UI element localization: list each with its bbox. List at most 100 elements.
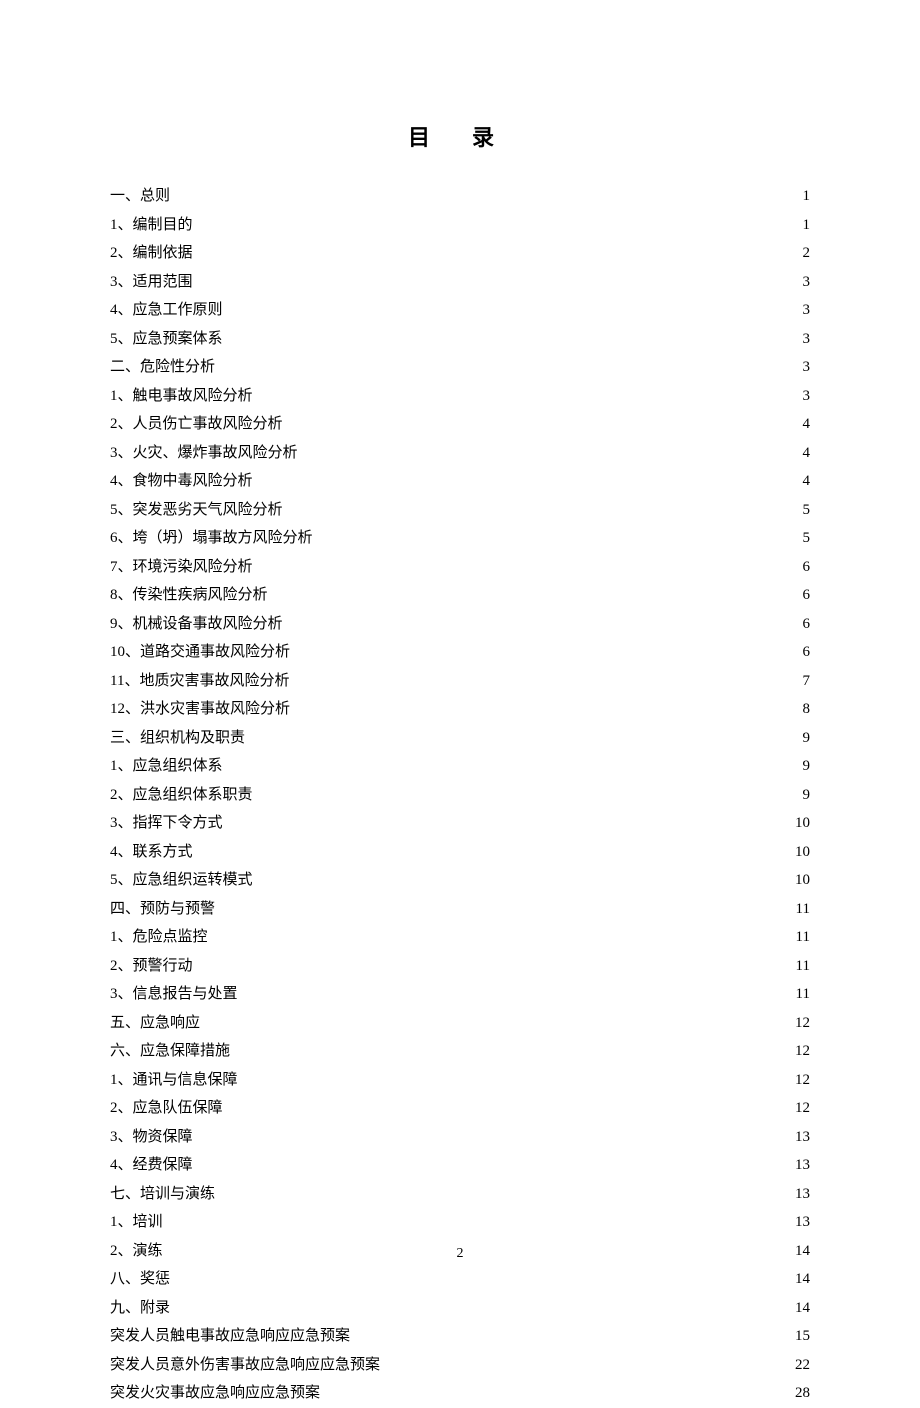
toc-entry-page: 6	[803, 553, 811, 582]
toc-entry-page: 12	[795, 1037, 810, 1066]
toc-entry-page: 3	[803, 382, 811, 411]
toc-entry-label: 5、应急组织运转模式	[110, 866, 253, 895]
toc-entry-page: 10	[795, 866, 810, 895]
toc-row: 8、传染性疾病风险分析 6	[110, 581, 810, 610]
toc-row: 突发人员触电事故应急响应应急预案15	[110, 1322, 810, 1351]
toc-entry-page: 6	[803, 581, 811, 610]
toc-row: 4、经费保障 13	[110, 1151, 810, 1180]
toc-row: 1、危险点监控11	[110, 923, 810, 952]
toc-title: 目 录	[110, 120, 810, 152]
toc-row: 1、通讯与信息保障 12	[110, 1066, 810, 1095]
toc-row: 三、组织机构及职责9	[110, 724, 810, 753]
toc-row: 5、突发恶劣天气风险分析5	[110, 496, 810, 525]
toc-row: 3、火灾、爆炸事故风险分析4	[110, 439, 810, 468]
toc-entry-label: 3、火灾、爆炸事故风险分析	[110, 439, 298, 468]
toc-entry-label: 五、应急响应	[110, 1009, 200, 1038]
toc-entry-label: 4、应急工作原则	[110, 296, 223, 325]
toc-entry-page: 10	[795, 838, 810, 867]
toc-row: 5、应急组织运转模式 10	[110, 866, 810, 895]
page-number: 2	[0, 1246, 920, 1262]
toc-entry-page: 8	[803, 695, 811, 724]
toc-entry-page: 12	[795, 1094, 810, 1123]
toc-entry-page: 11	[796, 952, 810, 981]
toc-entry-label: 六、应急保障措施	[110, 1037, 230, 1066]
toc-entry-page: 9	[803, 752, 811, 781]
toc-row: 2、编制依据 2	[110, 239, 810, 268]
toc-entry-label: 1、通讯与信息保障	[110, 1066, 238, 1095]
toc-row: 9、机械设备事故风险分析 6	[110, 610, 810, 639]
toc-row: 1、触电事故风险分析 3	[110, 382, 810, 411]
toc-entry-label: 8、传染性疾病风险分析	[110, 581, 268, 610]
toc-entry-label: 12、洪水灾害事故风险分析	[110, 695, 290, 724]
toc-entry-page: 13	[795, 1123, 810, 1152]
toc-entry-label: 5、应急预案体系	[110, 325, 223, 354]
toc-entry-page: 6	[803, 610, 811, 639]
toc-entry-label: 2、预警行动	[110, 952, 193, 981]
toc-row: 2、预警行动 11	[110, 952, 810, 981]
toc-entry-page: 13	[795, 1180, 810, 1209]
toc-row: 7、环境污染风险分析 6	[110, 553, 810, 582]
toc-entry-label: 七、培训与演练	[110, 1180, 215, 1209]
toc-entry-label: 2、人员伤亡事故风险分析	[110, 410, 283, 439]
toc-entry-label: 4、经费保障	[110, 1151, 193, 1180]
toc-entry-page: 4	[803, 410, 811, 439]
toc-entry-page: 10	[795, 809, 810, 838]
toc-entry-label: 2、应急组织体系职责	[110, 781, 253, 810]
toc-row: 3、指挥下令方式10	[110, 809, 810, 838]
toc-entry-page: 13	[795, 1151, 810, 1180]
toc-row: 突发人员意外伤害事故应急响应应急预案 22	[110, 1351, 810, 1380]
toc-entry-page: 3	[803, 325, 811, 354]
toc-entry-page: 1	[803, 211, 811, 240]
toc-entry-label: 1、编制目的	[110, 211, 193, 240]
toc-entry-label: 1、触电事故风险分析	[110, 382, 253, 411]
toc-entry-label: 9、机械设备事故风险分析	[110, 610, 283, 639]
toc-entry-page: 13	[795, 1208, 810, 1237]
toc-entry-label: 八、奖惩	[110, 1265, 170, 1294]
toc-row: 4、联系方式 10	[110, 838, 810, 867]
toc-entry-label: 四、预防与预警	[110, 895, 215, 924]
toc-row: 一、总则 1	[110, 182, 810, 211]
toc-entry-label: 3、物资保障	[110, 1123, 193, 1152]
toc-entry-label: 4、食物中毒风险分析	[110, 467, 253, 496]
toc-row: 七、培训与演练 13	[110, 1180, 810, 1209]
toc-row: 1、应急组织体系 9	[110, 752, 810, 781]
toc-entry-label: 二、危险性分析	[110, 353, 215, 382]
toc-entry-page: 28	[795, 1379, 810, 1408]
toc-row: 12、洪水灾害事故风险分析 8	[110, 695, 810, 724]
toc-row: 八、奖惩14	[110, 1265, 810, 1294]
toc-entry-label: 4、联系方式	[110, 838, 193, 867]
toc-entry-page: 9	[803, 781, 811, 810]
toc-row: 4、食物中毒风险分析 4	[110, 467, 810, 496]
toc-entry-label: 5、突发恶劣天气风险分析	[110, 496, 283, 525]
toc-entry-label: 一、总则	[110, 182, 170, 211]
toc-row: 6、垮（坍）塌事故方风险分析 5	[110, 524, 810, 553]
toc-entry-page: 5	[803, 524, 811, 553]
toc-entry-label: 突发人员意外伤害事故应急响应应急预案	[110, 1351, 380, 1380]
toc-entry-page: 1	[803, 182, 811, 211]
toc-entry-page: 2	[803, 239, 811, 268]
toc-row: 5、应急预案体系 3	[110, 325, 810, 354]
toc-row: 3、适用范围3	[110, 268, 810, 297]
toc-entry-page: 4	[803, 467, 811, 496]
toc-row: 五、应急响应 12	[110, 1009, 810, 1038]
toc-entry-label: 突发火灾事故应急响应应急预案	[110, 1379, 320, 1408]
toc-row: 11、地质灾害事故风险分析 7	[110, 667, 810, 696]
toc-entry-label: 6、垮（坍）塌事故方风险分析	[110, 524, 313, 553]
toc-row: 2、应急组织体系职责 9	[110, 781, 810, 810]
toc-entry-label: 1、危险点监控	[110, 923, 208, 952]
toc-entry-label: 2、编制依据	[110, 239, 193, 268]
toc-entry-label: 1、培训	[110, 1208, 163, 1237]
toc-entry-page: 14	[795, 1294, 810, 1323]
toc-entry-page: 22	[795, 1351, 810, 1380]
toc-entry-page: 3	[803, 268, 811, 297]
toc-entry-page: 6	[803, 638, 811, 667]
toc-row: 二、危险性分析3	[110, 353, 810, 382]
toc-entry-page: 15	[795, 1322, 810, 1351]
toc-entry-label: 11、地质灾害事故风险分析	[110, 667, 289, 696]
toc-entry-label: 7、环境污染风险分析	[110, 553, 253, 582]
toc-entry-label: 1、应急组织体系	[110, 752, 223, 781]
toc-entry-page: 12	[795, 1009, 810, 1038]
toc-entry-page: 9	[803, 724, 811, 753]
toc-entry-page: 12	[795, 1066, 810, 1095]
toc-entry-page: 7	[803, 667, 811, 696]
